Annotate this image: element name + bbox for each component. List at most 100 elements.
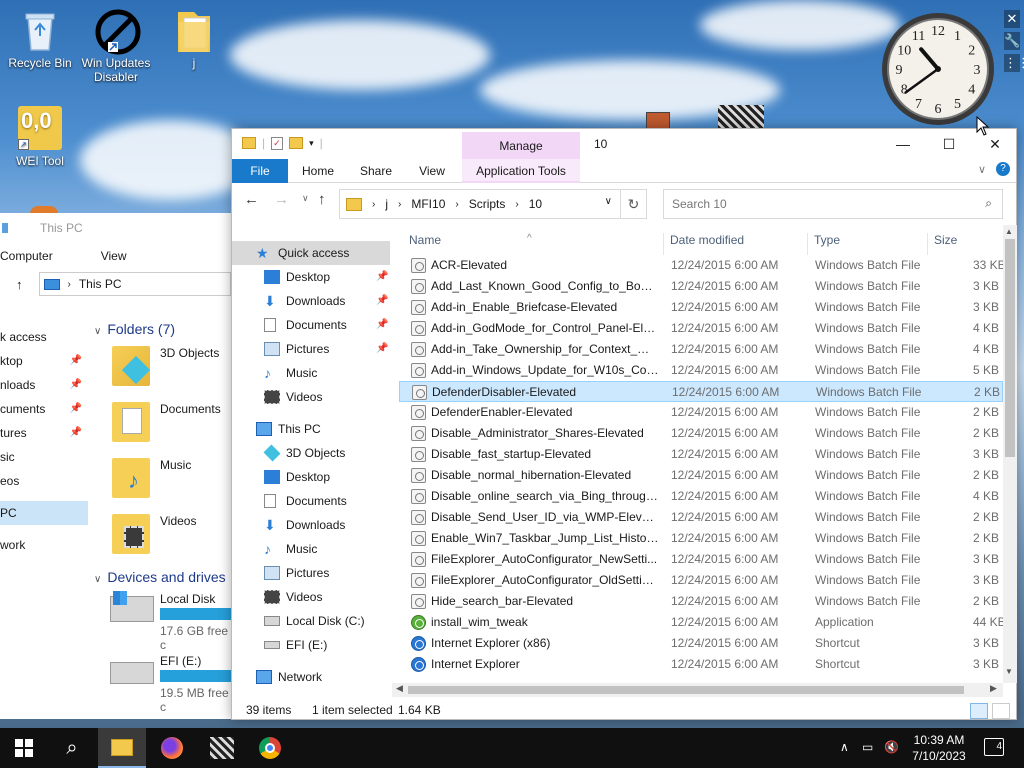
drive-tile[interactable]: EFI (E:) 19.5 MB free c [94, 650, 240, 714]
nav-item-efi[interactable]: EFI (E:) [232, 633, 390, 657]
breadcrumb-mfi10[interactable]: MFI10 [411, 197, 445, 211]
breadcrumb-10[interactable]: 10 [529, 197, 542, 211]
column-header-type[interactable]: Type [814, 233, 840, 247]
close-icon[interactable]: ✕ [1004, 10, 1020, 28]
file-row[interactable]: Hide_search_bar-Elevated 12/24/2015 6:00 … [399, 591, 1003, 612]
tab-file[interactable]: File [232, 159, 288, 183]
help-icon[interactable]: ? [996, 162, 1010, 176]
scroll-left-icon[interactable]: ◀ [396, 683, 403, 694]
nav-network[interactable]: Network [232, 665, 390, 689]
background-explorer-window[interactable]: This PC Computer View ↑ › This PC k acce… [0, 213, 240, 719]
column-header-size[interactable]: Size [934, 233, 957, 247]
folders-group-header[interactable]: ∨ Folders (7) [94, 318, 232, 340]
tab-share[interactable]: Share [352, 159, 400, 183]
nav-item-desktop[interactable]: Desktop [232, 465, 390, 489]
file-row[interactable]: Add-in_Enable_Briefcase-Elevated 12/24/20… [399, 297, 1003, 318]
action-center-icon[interactable]: 4 [984, 738, 1004, 756]
tab-view[interactable]: View [101, 249, 127, 269]
taskbar-chrome[interactable] [246, 728, 294, 768]
expand-ribbon-icon[interactable]: ∨ [978, 163, 986, 176]
taskbar-file-explorer[interactable] [98, 728, 146, 768]
column-divider[interactable] [663, 233, 664, 255]
nav-item-documents[interactable]: Documents 📌 [232, 313, 390, 337]
desktop-icon-recycle-bin[interactable]: Recycle Bin [2, 8, 78, 70]
nav-quick-access[interactable]: ★ Quick access [232, 241, 390, 265]
search-box[interactable]: Search 10 ⌕ [663, 189, 1003, 219]
scroll-right-icon[interactable]: ▶ [990, 683, 997, 694]
drive-tile[interactable]: Local Disk (C: 17.6 GB free c [94, 588, 240, 652]
file-row[interactable]: Disable_fast_startup-Elevated 12/24/2015 … [399, 444, 1003, 465]
scroll-thumb[interactable] [1005, 239, 1015, 457]
file-row[interactable]: Internet Explorer 12/24/2015 6:00 AM Short… [399, 654, 1003, 675]
nav-item[interactable]: sic [0, 445, 88, 469]
nav-item-documents[interactable]: Documents [232, 489, 390, 513]
show-hidden-icons-icon[interactable]: ∧ [840, 740, 849, 754]
nav-this-pc[interactable]: This PC [232, 417, 390, 441]
nav-item-pictures[interactable]: Pictures [232, 561, 390, 585]
volume-muted-icon[interactable]: 🔇 [884, 740, 899, 754]
customize-qat-icon[interactable]: ▾ [309, 138, 314, 149]
clock-gadget[interactable]: 12 1 2 3 4 5 6 7 8 9 10 11 [876, 13, 1000, 125]
file-row[interactable]: Disable_online_search_via_Bing_through_.… [399, 486, 1003, 507]
tab-computer[interactable]: Computer [0, 249, 53, 269]
nav-item-music[interactable]: ♪ Music [232, 361, 390, 385]
new-folder-icon[interactable] [289, 137, 304, 149]
nav-item-downloads[interactable]: ⬇ Downloads [232, 513, 390, 537]
nav-item-local-disk[interactable]: Local Disk (C:) [232, 609, 390, 633]
network-status-icon[interactable]: ▭ [862, 740, 873, 754]
file-row[interactable]: Disable_Send_User_ID_via_WMP-Elevated 12/… [399, 507, 1003, 528]
nav-item-pictures[interactable]: Pictures 📌 [232, 337, 390, 361]
taskbar-clock[interactable]: 10:39 AM 7/10/2023 [904, 732, 974, 764]
column-header-name[interactable]: Name [409, 233, 441, 247]
desktop-icon-j[interactable]: j [156, 8, 232, 70]
nav-item-network[interactable]: work [0, 533, 88, 557]
wrench-icon[interactable]: 🔧 [1004, 32, 1020, 50]
tab-view[interactable]: View [408, 159, 456, 183]
breadcrumb-scripts[interactable]: Scripts [469, 197, 506, 211]
maximize-button[interactable]: ☐ [926, 129, 972, 159]
up-arrow-icon[interactable]: ↑ [16, 277, 23, 292]
vertical-scrollbar[interactable]: ▲ ▼ [1003, 225, 1017, 683]
taskbar-firefox[interactable] [148, 728, 196, 768]
nav-item[interactable]: ktop 📌 [0, 349, 88, 373]
nav-item[interactable]: nloads 📌 [0, 373, 88, 397]
file-row[interactable]: install_wim_tweak 12/24/2015 6:00 AM Appli… [399, 612, 1003, 633]
file-row[interactable]: Internet Explorer (x86) 12/24/2015 6:00 A… [399, 633, 1003, 654]
column-divider[interactable] [807, 233, 808, 255]
scroll-thumb[interactable] [408, 686, 964, 694]
address-bar[interactable]: › j › MFI10 › Scripts › 10 ∨ [339, 189, 621, 219]
large-icons-view-icon[interactable] [992, 703, 1010, 719]
file-row[interactable]: DefenderDisabler-Elevated 12/24/2015 6:00… [399, 381, 1003, 402]
folder-tile[interactable]: Videos [94, 508, 232, 564]
address-dropdown-icon[interactable]: ∨ [605, 196, 612, 207]
nav-item[interactable]: tures 📌 [0, 421, 88, 445]
nav-item-videos[interactable]: Videos [232, 385, 390, 409]
nav-item-desktop[interactable]: Desktop 📌 [232, 265, 390, 289]
nav-item-music[interactable]: ♪ Music [232, 537, 390, 561]
file-row[interactable]: Disable_normal_hibernation-Elevated 12/24… [399, 465, 1003, 486]
nav-item-3d-objects[interactable]: 3D Objects [232, 441, 390, 465]
drag-handle-icon[interactable]: ⋮⋮ [1004, 54, 1024, 72]
breadcrumb-j[interactable]: j [385, 197, 388, 211]
folder-tile[interactable]: 3D Objects [94, 340, 232, 396]
tab-manage[interactable]: Manage [462, 132, 580, 161]
scroll-up-icon[interactable]: ▲ [1005, 227, 1013, 236]
nav-item-this-pc[interactable]: PC [0, 501, 88, 525]
nav-item-downloads[interactable]: ⬇ Downloads 📌 [232, 289, 390, 313]
tab-application-tools[interactable]: Application Tools [462, 159, 580, 183]
address-bar[interactable]: › This PC [38, 272, 231, 296]
desktop-icon-wei-tool[interactable]: 0,0 ↗ WEI Tool [2, 106, 78, 168]
nav-item-videos[interactable]: Videos [232, 585, 390, 609]
file-row[interactable]: FileExplorer_AutoConfigurator_NewSetti..… [399, 549, 1003, 570]
explorer-window[interactable]: | ✓ ▾ | Manage 10 — ☐ ✕ File Home Share … [231, 128, 1017, 720]
file-row[interactable]: Disable_Administrator_Shares-Elevated 12/… [399, 423, 1003, 444]
back-arrow-icon[interactable]: ← [244, 191, 259, 208]
nav-item[interactable]: k access [0, 325, 88, 349]
file-row[interactable]: FileExplorer_AutoConfigurator_OldSetting… [399, 570, 1003, 591]
forward-arrow-icon[interactable]: → [274, 191, 289, 208]
horizontal-scrollbar[interactable]: ◀ ▶ [392, 683, 1003, 697]
folder-tile[interactable]: Documents [94, 396, 232, 452]
details-view-icon[interactable] [970, 703, 988, 719]
file-row[interactable]: Add-in_Windows_Update_for_W10s_Con... 12/… [399, 360, 1003, 381]
minimize-button[interactable]: — [880, 129, 926, 159]
